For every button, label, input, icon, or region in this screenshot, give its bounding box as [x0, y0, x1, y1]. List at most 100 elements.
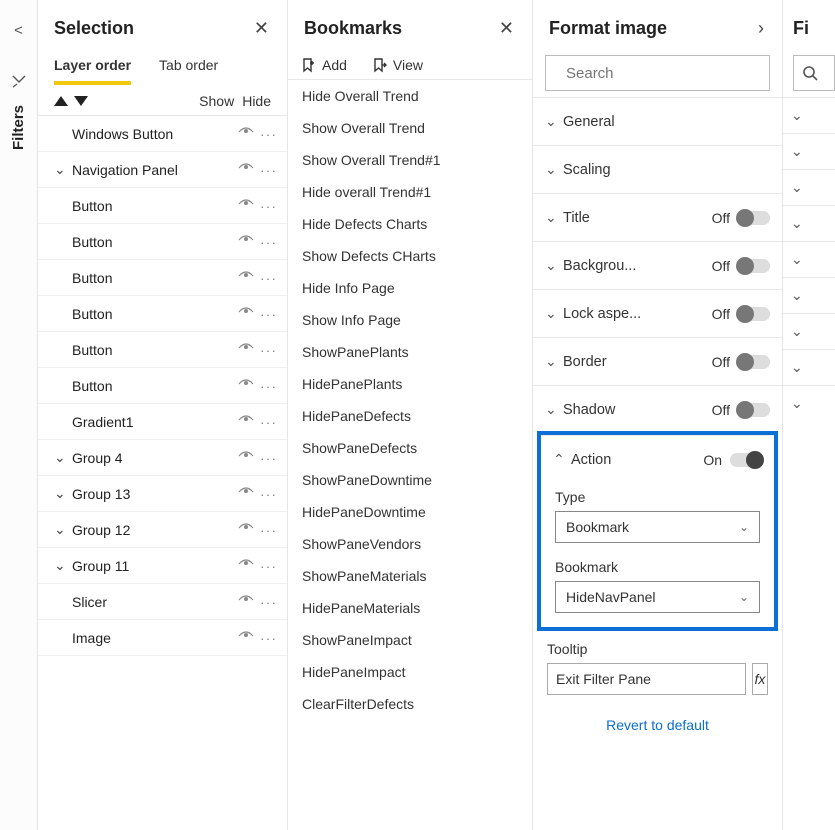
bookmark-item[interactable]: Hide Overall Trend	[288, 80, 532, 112]
fields-row-collapsed[interactable]: ⌄	[783, 133, 835, 169]
fields-row-collapsed[interactable]: ⌄	[783, 169, 835, 205]
more-options-icon[interactable]: ···	[260, 162, 277, 178]
filters-icon[interactable]	[11, 73, 27, 93]
more-options-icon[interactable]: ···	[260, 234, 277, 250]
bookmark-item[interactable]: Hide Defects Charts	[288, 208, 532, 240]
selection-item[interactable]: Slicer···	[38, 584, 287, 620]
selection-item[interactable]: Button···	[38, 260, 287, 296]
format-group[interactable]: ⌄TitleOff	[533, 193, 782, 241]
add-bookmark-button[interactable]: Add	[300, 57, 347, 73]
format-group[interactable]: ⌄Scaling	[533, 145, 782, 193]
expand-rail-chevron-icon[interactable]: <	[14, 22, 23, 39]
selection-item[interactable]: ⌄Group 12···	[38, 512, 287, 548]
more-options-icon[interactable]: ···	[260, 306, 277, 322]
selection-item[interactable]: Button···	[38, 368, 287, 404]
visibility-icon[interactable]	[238, 485, 254, 502]
bookmark-item[interactable]: Hide overall Trend#1	[288, 176, 532, 208]
bookmark-item[interactable]: Hide Info Page	[288, 272, 532, 304]
selection-item[interactable]: ⌄Group 13···	[38, 476, 287, 512]
toggle-switch[interactable]	[738, 403, 770, 417]
action-bookmark-dropdown[interactable]: HideNavPanel⌄	[555, 581, 760, 613]
more-options-icon[interactable]: ···	[260, 486, 277, 502]
fields-row-collapsed[interactable]: ⌄	[783, 349, 835, 385]
close-icon[interactable]: ✕	[252, 18, 271, 39]
action-type-dropdown[interactable]: Bookmark⌄	[555, 511, 760, 543]
show-all-button[interactable]: Show	[199, 93, 234, 109]
more-options-icon[interactable]: ···	[260, 522, 277, 538]
selection-item[interactable]: Button···	[38, 224, 287, 260]
format-group[interactable]: ⌄BorderOff	[533, 337, 782, 385]
selection-item[interactable]: Gradient1···	[38, 404, 287, 440]
fields-row-collapsed[interactable]: ⌄	[783, 97, 835, 133]
bookmark-item[interactable]: ShowPaneMaterials	[288, 560, 532, 592]
search-box[interactable]	[545, 55, 770, 91]
selection-item[interactable]: Image···	[38, 620, 287, 656]
visibility-icon[interactable]	[238, 305, 254, 322]
fields-search[interactable]	[793, 55, 835, 91]
tooltip-input[interactable]	[547, 663, 746, 695]
bookmark-item[interactable]: ShowPaneDowntime	[288, 464, 532, 496]
search-input[interactable]	[564, 64, 767, 83]
bookmark-item[interactable]: Show Overall Trend#1	[288, 144, 532, 176]
bookmark-item[interactable]: Show Info Page	[288, 304, 532, 336]
more-options-icon[interactable]: ···	[260, 594, 277, 610]
hide-all-button[interactable]: Hide	[242, 93, 271, 109]
fx-button[interactable]: fx	[752, 663, 768, 695]
tab-tab-order[interactable]: Tab order	[159, 57, 218, 85]
fields-row-collapsed[interactable]: ⌄	[783, 241, 835, 277]
visibility-icon[interactable]	[238, 593, 254, 610]
view-bookmark-button[interactable]: View	[371, 57, 423, 73]
more-options-icon[interactable]: ···	[260, 558, 277, 574]
format-group[interactable]: ⌄General	[533, 97, 782, 145]
more-options-icon[interactable]: ···	[260, 378, 277, 394]
bookmark-item[interactable]: HidePaneImpact	[288, 656, 532, 688]
visibility-icon[interactable]	[238, 557, 254, 574]
next-pane-icon[interactable]: ›	[756, 18, 766, 39]
format-group[interactable]: ⌄Backgrou...Off	[533, 241, 782, 289]
visibility-icon[interactable]	[238, 629, 254, 646]
more-options-icon[interactable]: ···	[260, 414, 277, 430]
toggle-switch[interactable]	[738, 307, 770, 321]
format-group-action[interactable]: ⌃ActionOn	[541, 435, 774, 483]
visibility-icon[interactable]	[238, 341, 254, 358]
bookmark-item[interactable]: Show Defects CHarts	[288, 240, 532, 272]
move-up-icon[interactable]	[54, 96, 68, 106]
toggle-switch[interactable]	[738, 355, 770, 369]
fields-row-collapsed[interactable]: ⌄	[783, 385, 835, 421]
bookmark-item[interactable]: HidePaneDefects	[288, 400, 532, 432]
revert-to-default-link[interactable]: Revert to default	[533, 695, 782, 741]
bookmark-item[interactable]: HidePaneMaterials	[288, 592, 532, 624]
more-options-icon[interactable]: ···	[260, 342, 277, 358]
fields-row-collapsed[interactable]: ⌄	[783, 313, 835, 349]
more-options-icon[interactable]: ···	[260, 198, 277, 214]
bookmark-item[interactable]: ShowPaneVendors	[288, 528, 532, 560]
visibility-icon[interactable]	[238, 125, 254, 142]
selection-item[interactable]: Button···	[38, 296, 287, 332]
tab-layer-order[interactable]: Layer order	[54, 57, 131, 85]
toggle-switch[interactable]	[738, 211, 770, 225]
bookmark-item[interactable]: HidePanePlants	[288, 368, 532, 400]
selection-item[interactable]: Button···	[38, 332, 287, 368]
move-down-icon[interactable]	[74, 96, 88, 106]
visibility-icon[interactable]	[238, 269, 254, 286]
more-options-icon[interactable]: ···	[260, 270, 277, 286]
bookmark-item[interactable]: ShowPaneDefects	[288, 432, 532, 464]
more-options-icon[interactable]: ···	[260, 630, 277, 646]
visibility-icon[interactable]	[238, 449, 254, 466]
more-options-icon[interactable]: ···	[260, 126, 277, 142]
selection-item[interactable]: ⌄Group 11···	[38, 548, 287, 584]
selection-item[interactable]: Windows Button···	[38, 116, 287, 152]
fields-row-collapsed[interactable]: ⌄	[783, 277, 835, 313]
visibility-icon[interactable]	[238, 377, 254, 394]
visibility-icon[interactable]	[238, 521, 254, 538]
toggle-switch[interactable]	[730, 453, 762, 467]
bookmark-item[interactable]: Show Overall Trend	[288, 112, 532, 144]
selection-item[interactable]: ⌄Group 4···	[38, 440, 287, 476]
more-options-icon[interactable]: ···	[260, 450, 277, 466]
selection-item[interactable]: Button···	[38, 188, 287, 224]
format-group[interactable]: ⌄ShadowOff	[533, 385, 782, 433]
format-group[interactable]: ⌄Lock aspe...Off	[533, 289, 782, 337]
fields-row-collapsed[interactable]: ⌄	[783, 205, 835, 241]
visibility-icon[interactable]	[238, 197, 254, 214]
selection-item[interactable]: ⌄Navigation Panel···	[38, 152, 287, 188]
